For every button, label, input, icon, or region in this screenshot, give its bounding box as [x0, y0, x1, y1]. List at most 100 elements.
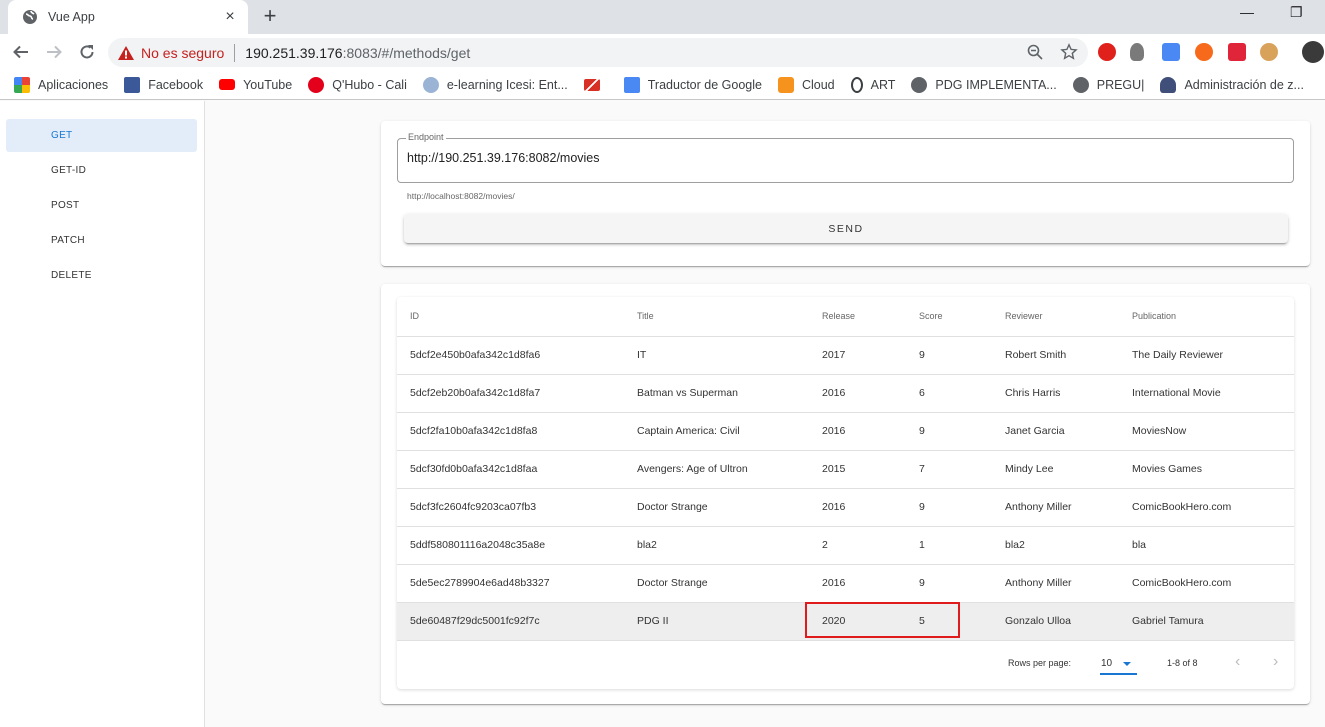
endpoint-label: Endpoint	[406, 132, 446, 142]
column-header-publication[interactable]: Publication	[1132, 297, 1294, 337]
new-tab-button[interactable]: +	[258, 5, 282, 29]
send-button[interactable]: SEND	[404, 214, 1288, 243]
cell-reviewer: Gonzalo Ulloa	[1005, 602, 1132, 641]
cell-score: 9	[919, 488, 1005, 527]
bookmark-pdg[interactable]: PDG IMPLEMENTA...	[911, 76, 1057, 93]
next-page-button[interactable]: ›	[1273, 653, 1278, 671]
bookmark-facebook[interactable]: Facebook	[124, 76, 203, 93]
cell-release: 2016	[822, 374, 919, 413]
column-header-reviewer[interactable]: Reviewer	[1005, 297, 1132, 337]
cell-release: 2	[822, 526, 919, 565]
column-header-id[interactable]: ID	[397, 297, 637, 337]
tab-strip: Vue App × + — ❐	[0, 0, 1325, 34]
cell-score: 9	[919, 412, 1005, 451]
back-button[interactable]	[9, 40, 33, 64]
cell-title: Doctor Strange	[637, 488, 822, 527]
table-row[interactable]: 5dcf30fd0b0afa342c1d8faa Avengers: Age of…	[397, 450, 1294, 489]
cell-release: 2017	[822, 336, 919, 375]
endpoint-input[interactable]	[407, 151, 1277, 165]
omnibox-separator	[234, 43, 236, 62]
bookmark-admin[interactable]: Administración de z...	[1160, 76, 1304, 93]
methods-sidebar: GET GET-ID POST PATCH DELETE	[0, 101, 205, 727]
reload-button[interactable]	[75, 40, 99, 64]
cell-id: 5dcf2eb20b0afa342c1d8fa7	[397, 374, 637, 413]
table-row[interactable]: 5de60487f29dc5001fc92f7c PDG II 2020 5 Gonza…	[397, 602, 1294, 641]
profile-avatar[interactable]	[1302, 41, 1324, 63]
cell-title: Batman vs Superman	[637, 374, 822, 413]
bookmark-art[interactable]: ART	[850, 76, 895, 93]
warning-triangle-icon	[118, 45, 134, 60]
table-row[interactable]: 5dcf2e450b0afa342c1d8fa6 IT 2017 9 Robert Sm…	[397, 336, 1294, 375]
table-row[interactable]: 5dcf2fa10b0afa342c1d8fa8 Captain America:…	[397, 412, 1294, 451]
cell-score: 7	[919, 450, 1005, 489]
cell-title: PDG II	[637, 602, 822, 641]
security-warning[interactable]: No es seguro	[118, 45, 224, 61]
cell-reviewer: Chris Harris	[1005, 374, 1132, 413]
close-tab-icon[interactable]: ×	[222, 8, 238, 26]
qhubo-icon	[308, 76, 325, 93]
request-card: Endpoint http://localhost:8082/movies/ S…	[381, 121, 1310, 266]
address-bar[interactable]: No es seguro 190.251.39.176 :8083/#/meth…	[108, 38, 1088, 67]
column-header-title[interactable]: Title	[637, 297, 822, 337]
browser-tab[interactable]: Vue App ×	[8, 0, 248, 34]
mendeley-extension-icon[interactable]	[1228, 43, 1246, 61]
admin-icon	[1160, 76, 1177, 93]
table-row[interactable]: 5de5ec2789904e6ad48b3327 Doctor Strange 20…	[397, 564, 1294, 603]
gmail-icon	[583, 78, 600, 91]
sidebar-item-get-id[interactable]: GET-ID	[6, 154, 197, 187]
minimize-button[interactable]: —	[1240, 4, 1254, 20]
bookmark-traductor[interactable]: Traductor de Google	[623, 76, 762, 93]
table-row[interactable]: 5dcf3fc2604fc9203ca07fb3 Doctor Strange 20…	[397, 488, 1294, 527]
prev-page-button[interactable]: ‹	[1235, 653, 1240, 671]
bookmark-youtube[interactable]: YouTube	[219, 78, 292, 92]
cell-id: 5ddf580801116a2048c35a8e	[397, 526, 637, 565]
art-icon	[850, 76, 863, 93]
arrow-left-icon	[13, 45, 28, 59]
bookmark-qhubo[interactable]: Q'Hubo - Cali	[308, 76, 407, 93]
restore-button[interactable]: ❐	[1290, 4, 1303, 21]
table-header-row: ID Title Release Score Reviewer Publicat…	[397, 297, 1294, 337]
url-path: :8083/#/methods/get	[342, 44, 471, 61]
rows-per-page-value: 10	[1101, 658, 1113, 669]
cell-publication: ComicBookHero.com	[1132, 564, 1294, 603]
sidebar-item-get[interactable]: GET	[6, 119, 197, 152]
cookie-extension-icon[interactable]	[1260, 43, 1278, 61]
cell-publication: Gabriel Tamura	[1132, 602, 1294, 641]
apps-grid-icon	[14, 76, 30, 93]
cell-publication: International Movie	[1132, 374, 1294, 413]
tab-title: Vue App	[48, 10, 95, 24]
sidebar-item-patch[interactable]: PATCH	[6, 224, 197, 257]
pagination-range: 1-8 of 8	[1167, 658, 1198, 668]
cloud-extension-icon[interactable]	[1195, 43, 1213, 61]
sidebar-item-post[interactable]: POST	[6, 189, 197, 222]
cell-reviewer: bla2	[1005, 526, 1132, 565]
sidebar-item-delete[interactable]: DELETE	[6, 259, 197, 292]
cell-id: 5dcf2e450b0afa342c1d8fa6	[397, 336, 637, 375]
cell-title: IT	[637, 336, 822, 375]
table-row[interactable]: 5ddf580801116a2048c35a8e bla2 2 1 bla2 bla	[397, 526, 1294, 565]
cell-id: 5dcf2fa10b0afa342c1d8fa8	[397, 412, 637, 451]
adblock-extension-icon[interactable]	[1098, 43, 1116, 61]
cell-publication: ComicBookHero.com	[1132, 488, 1294, 527]
movies-table: ID Title Release Score Reviewer Publicat…	[397, 297, 1294, 689]
google-translate-extension-icon[interactable]	[1162, 43, 1180, 61]
cell-title: Captain America: Civil	[637, 412, 822, 451]
forward-button[interactable]	[42, 40, 66, 64]
bookmark-pregu[interactable]: PREGU|	[1072, 76, 1144, 93]
zoom-out-icon[interactable]	[1026, 43, 1044, 61]
bookmark-star-icon[interactable]	[1060, 43, 1078, 61]
table-row[interactable]: 5dcf2eb20b0afa342c1d8fa7 Batman vs Superm…	[397, 374, 1294, 413]
bookmark-elearning[interactable]: e-learning Icesi: Ent...	[422, 76, 568, 93]
lightbulb-extension-icon[interactable]	[1130, 43, 1144, 61]
column-header-release[interactable]: Release	[822, 297, 919, 337]
bookmark-cloud[interactable]: Cloud	[777, 76, 835, 93]
rows-per-page-select[interactable]: 10	[1100, 652, 1137, 675]
browser-toolbar: No es seguro 190.251.39.176 :8083/#/meth…	[0, 34, 1325, 70]
bookmark-gmail[interactable]	[583, 78, 608, 91]
column-header-score[interactable]: Score	[919, 297, 1005, 337]
endpoint-field[interactable]: Endpoint	[397, 132, 1294, 183]
bookmark-aplicaciones[interactable]: Aplicaciones	[14, 76, 108, 93]
cell-title: bla2	[637, 526, 822, 565]
url-host: 190.251.39.176	[245, 44, 343, 61]
cell-id: 5de60487f29dc5001fc92f7c	[397, 602, 637, 641]
